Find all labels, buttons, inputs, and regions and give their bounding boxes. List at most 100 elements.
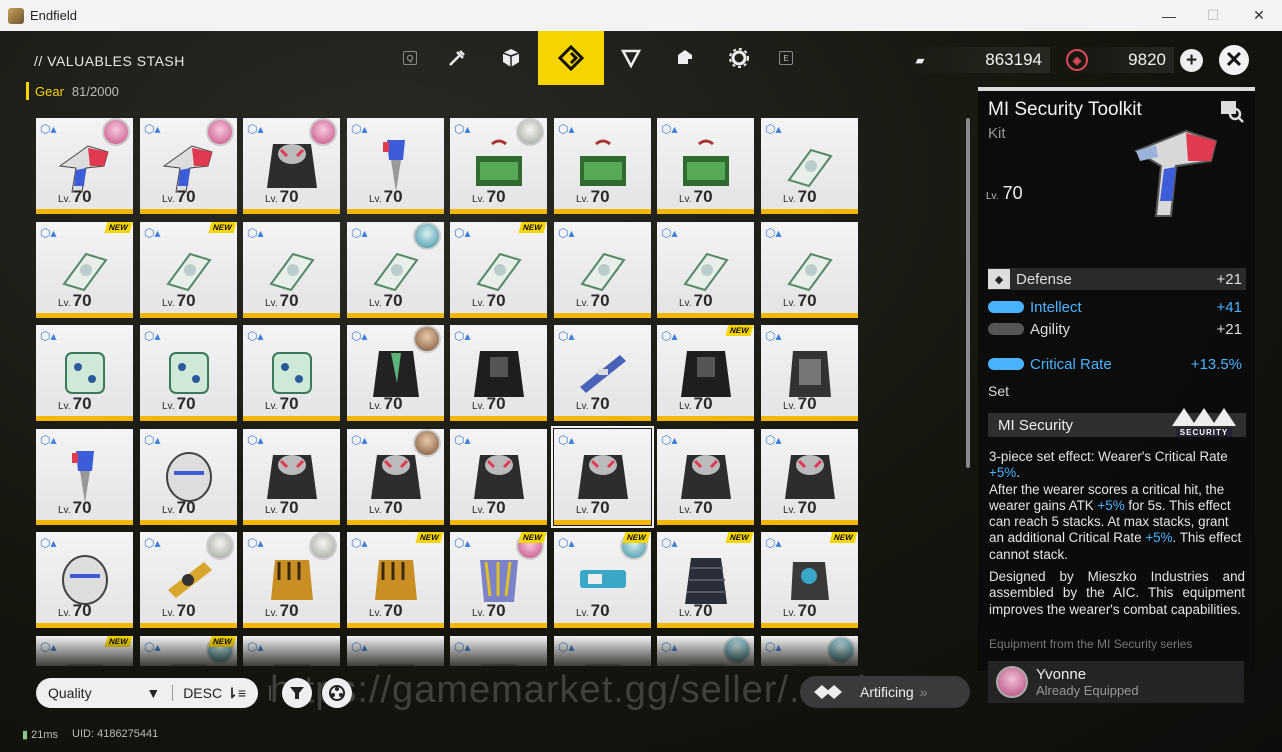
tab-consumables[interactable] [604,31,658,85]
game-window: Endfield — ☐ ✕ // VALUABLES STASH Gear 8… [0,0,1282,752]
item-tile[interactable]: ⬡▴ Lv. 70 [140,325,237,421]
tab-materials[interactable] [484,31,538,85]
item-tile[interactable]: ⬡▴ Lv. 70 [140,118,237,214]
item-tile[interactable]: ⬡▴ Lv. 70 [140,532,237,628]
item-tile[interactable]: ⬡▴ NEW Lv. 70 [36,222,133,318]
item-tile[interactable]: ⬡▴ NEW Lv. 70 [554,532,651,628]
item-tile[interactable]: ⬡▴ Lv. 70 [554,118,651,214]
item-tile[interactable]: ⬡▴ Lv. 70 [36,118,133,214]
green-cloak-image [373,351,419,397]
tab-prev-key[interactable]: Q [390,31,430,85]
item-tile[interactable]: ⬡▴ NEW Lv. 70 [657,532,754,628]
artificing-label: Artificing [860,684,914,700]
set-desc-text: 3-piece set effect: Wearer's Critical Ra… [989,449,1228,464]
level-prefix: Lv. [58,194,71,205]
filter-button[interactable] [282,678,313,708]
item-tile[interactable]: ⬡▴ Lv. 70 [450,118,547,214]
dark-armor-image [474,351,524,397]
close-stash-button[interactable]: ✕ [1219,45,1249,75]
level-value: 70 [797,291,817,310]
item-tile[interactable]: ⬡▴ Lv. 70 [347,429,444,525]
item-tile[interactable]: ⬡▴ NEW Lv. 70 [347,532,444,628]
item-tile[interactable]: ⬡▴ Lv. 70 [761,118,858,214]
level-value: 70 [1002,183,1023,203]
item-tile[interactable]: ⬡▴ Lv. 70 [657,118,754,214]
arm-image [476,252,522,292]
item-tile[interactable]: ⬡▴ NEW Lv. 70 [140,222,237,318]
rarity-hex-icon: ⬡▴ [454,433,471,447]
item-tile[interactable]: ⬡▴ NEW Lv. 70 [450,222,547,318]
set-desc-value: +5% [1145,530,1173,546]
item-tile[interactable]: ⬡▴ Lv. 70 [243,222,340,318]
item-tile[interactable]: ⬡▴ Lv. 70 [140,429,237,525]
item-tile[interactable]: ⬡▴ Lv. 70 [450,429,547,525]
rarity-hex-icon: ⬡▴ [661,226,678,240]
item-tile[interactable]: ⬡▴ Lv. 70 [36,532,133,628]
item-level: Lv. 70 [472,498,506,518]
item-tile[interactable]: ⬡▴ NEW Lv. 70 [657,325,754,421]
close-window-button[interactable]: ✕ [1236,0,1282,31]
item-tile[interactable]: ⬡▴ Lv. 70 [551,426,654,528]
equipped-by-card[interactable]: Yvonne Already Equipped [988,661,1244,703]
item-tile[interactable]: ⬡▴ Lv. 70 [554,325,651,421]
item-tile[interactable]: ⬡▴ Lv. 70 [347,325,444,421]
item-tile[interactable]: ⬡▴ Lv. 70 [36,429,133,525]
sort-dropdown[interactable]: Quality ▼ DESC ⇂≡ [36,678,258,708]
item-tile[interactable]: ⬡▴ Lv. 70 [243,532,340,628]
item-tile[interactable]: ⬡▴ NEW Lv. 70 [761,532,858,628]
item-tile[interactable]: ⬡▴ Lv. 70 [761,429,858,525]
item-tile[interactable]: ⬡▴ Lv. 70 [243,118,340,214]
level-prefix: Lv. [783,401,796,412]
tab-parts[interactable] [712,31,766,85]
set-row[interactable]: MI Security SECURITY [988,408,1246,437]
item-tile[interactable]: ⬡▴ Lv. 70 [36,325,133,421]
green-box-image [580,139,626,186]
rarity-hex-icon: ⬡▴ [351,433,368,447]
grid-fade [36,636,862,671]
grid-scrollbar[interactable] [966,118,970,468]
rarity-hex-icon: ⬡▴ [661,536,678,550]
item-image [1126,121,1224,221]
category-header: Gear 81/2000 [26,82,119,100]
recycle-button[interactable] [322,678,353,708]
tab-packages[interactable] [658,31,712,85]
sort-order-label[interactable]: DESC [183,685,222,701]
add-currency-button[interactable]: + [1180,49,1203,72]
item-level: Lv. 70 [58,291,92,311]
level-value: 70 [486,291,506,310]
currency-stash-card[interactable]: ▰ 863194 [905,47,1050,73]
item-tile[interactable]: ⬡▴ Lv. 70 [347,118,444,214]
arm-image [787,148,833,188]
item-level: Lv. 70 [265,187,299,207]
filter-icon [290,687,305,699]
level-prefix: Lv. [58,608,71,619]
item-tile[interactable]: ⬡▴ Lv. 70 [347,222,444,318]
item-tile[interactable]: ⬡▴ Lv. 70 [761,222,858,318]
item-tile[interactable]: ⬡▴ Lv. 70 [243,429,340,525]
item-tile[interactable]: ⬡▴ Lv. 70 [657,222,754,318]
inspect-button[interactable] [1218,97,1244,123]
glove-image [791,562,829,600]
item-tile[interactable]: ⬡▴ Lv. 70 [657,429,754,525]
item-tile[interactable]: ⬡▴ NEW Lv. 70 [450,532,547,628]
avatar [516,118,544,146]
item-tile[interactable]: ⬡▴ Lv. 70 [761,325,858,421]
stat-name: Agility [1030,320,1071,338]
minimize-button[interactable]: — [1146,0,1192,31]
rarity-hex-icon: ⬡▴ [247,536,264,550]
currency-premium[interactable]: ◈ 9820 [1062,47,1174,73]
rarity-hex-icon: ⬡▴ [40,329,57,343]
rarity-hex-icon: ⬡▴ [558,433,575,447]
level-prefix: Lv. [265,401,278,412]
item-tile[interactable]: ⬡▴ Lv. 70 [243,325,340,421]
item-tile[interactable]: ⬡▴ Lv. 70 [450,325,547,421]
tab-gear[interactable] [538,31,604,85]
maximize-button[interactable]: ☐ [1190,0,1236,31]
level-value: 70 [797,394,817,413]
artificing-button[interactable]: Artificing » [800,676,970,708]
tab-next-key[interactable]: E [766,31,806,85]
level-prefix: Lv. [576,401,589,412]
item-tile[interactable]: ⬡▴ Lv. 70 [554,222,651,318]
toolkit-image [162,145,213,193]
tab-weapons[interactable] [430,31,484,85]
